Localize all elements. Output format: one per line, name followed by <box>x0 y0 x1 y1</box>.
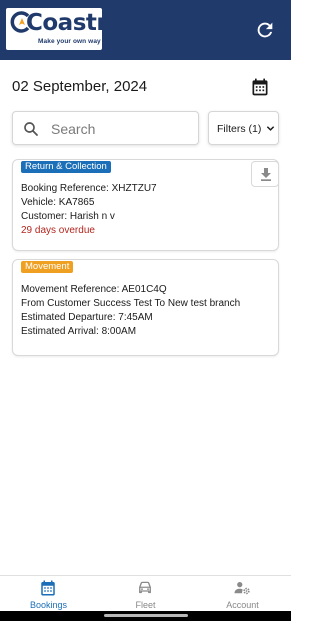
filters-label: Filters (1) <box>217 123 262 135</box>
vehicle: Vehicle: KA7865 <box>21 197 95 208</box>
nav-label: Bookings <box>29 600 68 610</box>
nav-label: Account <box>226 600 259 610</box>
movement-reference: Movement Reference: AE01C4Q <box>21 284 167 295</box>
refresh-icon[interactable] <box>254 19 276 41</box>
calendar-icon <box>41 580 55 596</box>
nav-label: Fleet <box>135 600 156 610</box>
card-type-badge: Movement <box>21 261 74 273</box>
date-bar: 02 September, 2024 <box>12 77 280 99</box>
booking-reference: Booking Reference: XHZTZU7 <box>21 183 157 194</box>
booking-card[interactable]: Return & Collection Booking Reference: X… <box>12 159 279 251</box>
movement-route: From Customer Success Test To New test b… <box>21 298 241 309</box>
system-nav-bar <box>0 611 291 621</box>
search-icon <box>24 122 38 136</box>
customer: Customer: Harish n v <box>21 211 115 222</box>
app-header: Coastr Make your own way <box>0 0 291 60</box>
user-settings-icon <box>234 582 250 595</box>
search-input[interactable] <box>51 118 191 140</box>
estimated-departure: Estimated Departure: 7:45AM <box>21 312 153 323</box>
home-indicator[interactable] <box>104 614 188 617</box>
nav-account[interactable]: Account <box>194 576 291 612</box>
logo-tagline: Make your own way <box>38 38 101 45</box>
download-button[interactable] <box>251 161 279 187</box>
download-icon <box>261 168 271 181</box>
card-type-badge: Return & Collection <box>21 161 111 173</box>
selected-date: 02 September, 2024 <box>12 78 148 95</box>
calendar-icon[interactable] <box>250 77 270 97</box>
bottom-nav: Bookings Fleet Account <box>0 575 291 611</box>
movement-card[interactable]: Movement Movement Reference: AE01C4Q Fro… <box>12 259 279 356</box>
app-logo: Coastr Make your own way <box>6 8 108 50</box>
search-box[interactable] <box>12 111 199 145</box>
overdue-status: 29 days overdue <box>21 225 95 236</box>
chevron-down-icon <box>266 126 275 131</box>
estimated-arrival: Estimated Arrival: 8:00AM <box>21 326 137 337</box>
car-icon <box>139 581 151 594</box>
nav-fleet[interactable]: Fleet <box>97 576 194 612</box>
nav-bookings[interactable]: Bookings <box>0 576 97 612</box>
logo-text: Coastr <box>26 10 108 36</box>
filters-button[interactable]: Filters (1) <box>208 111 279 145</box>
